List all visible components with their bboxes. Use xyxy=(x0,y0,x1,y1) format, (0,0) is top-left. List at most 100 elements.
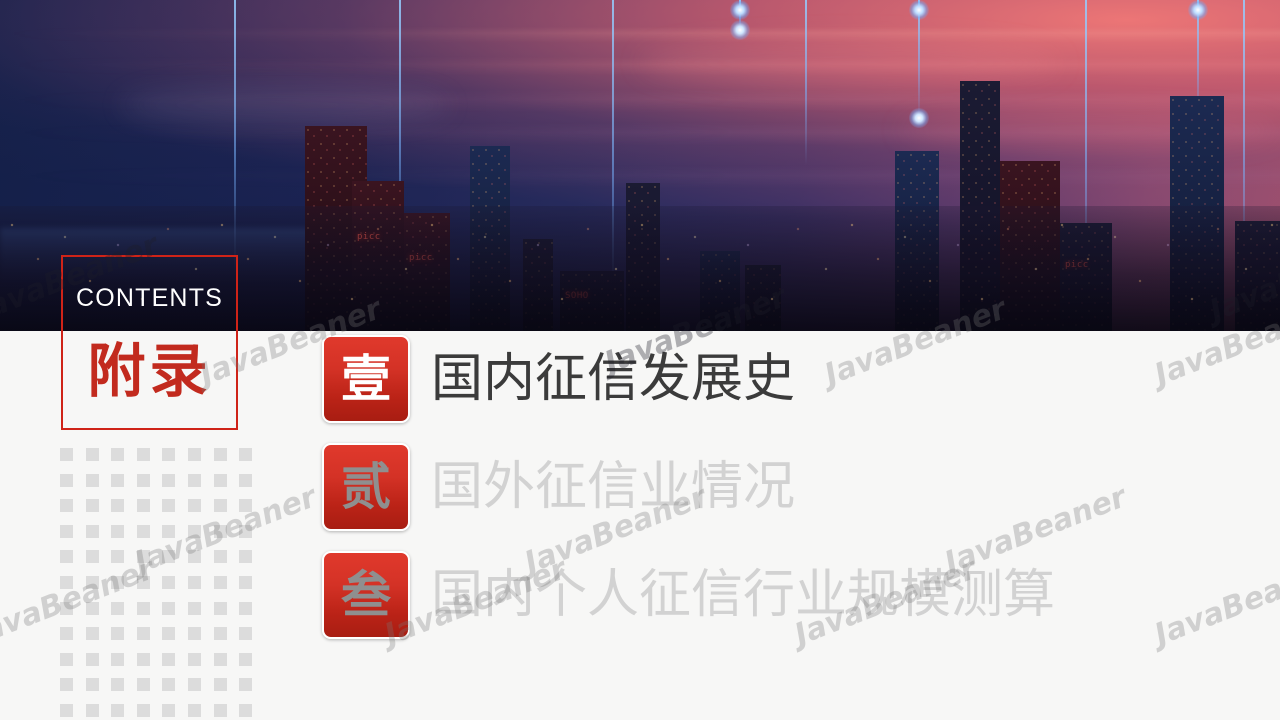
grid-square xyxy=(188,524,201,538)
grid-square xyxy=(85,678,99,692)
grid-square xyxy=(85,704,99,717)
grid-square xyxy=(111,576,125,589)
grid-square xyxy=(213,499,227,513)
grid-square xyxy=(213,627,227,641)
grid-square xyxy=(162,524,176,538)
agenda-item[interactable]: 贰 国外征信业情况 xyxy=(322,443,795,531)
agenda-item[interactable]: 叁 国内个人征信行业规模测算 xyxy=(322,551,1055,639)
grid-square xyxy=(188,627,201,641)
grid-square xyxy=(239,576,253,589)
grid-square xyxy=(188,601,201,615)
agenda-number-badge[interactable]: 壹 xyxy=(322,335,410,423)
grid-square xyxy=(60,678,73,692)
grid-square xyxy=(239,652,253,666)
grid-square xyxy=(162,678,176,692)
grid-square xyxy=(111,627,125,641)
agenda-number-badge[interactable]: 贰 xyxy=(322,443,410,531)
grid-square xyxy=(136,499,150,513)
grid-square xyxy=(213,448,227,461)
grid-square xyxy=(239,704,253,717)
presentation-slide: piccpiccSOHOpicc CONTENTS 附录 壹 国内征信发展史 贰… xyxy=(0,0,1280,720)
grid-square xyxy=(111,678,125,692)
grid-square xyxy=(188,576,201,589)
grid-square xyxy=(85,473,99,487)
grid-square xyxy=(213,550,227,564)
grid-square xyxy=(60,473,73,487)
grid-square xyxy=(136,473,150,487)
grid-square xyxy=(239,550,253,564)
agenda-item-label[interactable]: 国外征信业情况 xyxy=(431,461,795,513)
grid-square xyxy=(136,524,150,538)
grid-square xyxy=(213,678,227,692)
grid-square xyxy=(60,576,73,589)
grid-square xyxy=(213,524,227,538)
grid-square xyxy=(213,652,227,666)
watermark-text: JavaBeaner xyxy=(1150,551,1280,653)
agenda-item-label[interactable]: 国内征信发展史 xyxy=(431,353,795,405)
grid-square xyxy=(111,652,125,666)
grid-square xyxy=(162,576,176,589)
grid-square xyxy=(188,652,201,666)
grid-square xyxy=(111,499,125,513)
grid-square xyxy=(60,448,73,461)
grid-square xyxy=(85,448,99,461)
agenda-item[interactable]: 壹 国内征信发展史 xyxy=(322,335,795,423)
grid-square xyxy=(188,448,201,461)
grid-square xyxy=(188,499,201,513)
grid-square xyxy=(136,652,150,666)
grid-square xyxy=(188,550,201,564)
agenda-number-badge[interactable]: 叁 xyxy=(322,551,410,639)
grid-square xyxy=(60,550,73,564)
grid-square xyxy=(213,601,227,615)
grid-square xyxy=(60,601,73,615)
grid-square xyxy=(111,601,125,615)
grid-square xyxy=(188,704,201,717)
grid-square xyxy=(111,448,125,461)
grid-square xyxy=(239,601,253,615)
contents-label: CONTENTS xyxy=(75,284,224,312)
grid-square xyxy=(162,704,176,717)
grid-square xyxy=(162,499,176,513)
grid-square xyxy=(136,627,150,641)
grid-square xyxy=(162,473,176,487)
grid-square xyxy=(85,601,99,615)
grid-square xyxy=(111,550,125,564)
dot-grid-decoration xyxy=(60,448,253,720)
grid-square xyxy=(136,601,150,615)
grid-square xyxy=(162,652,176,666)
grid-square xyxy=(85,576,99,589)
grid-square xyxy=(239,627,253,641)
grid-square xyxy=(188,473,201,487)
grid-square xyxy=(136,678,150,692)
grid-square xyxy=(239,524,253,538)
grid-square xyxy=(162,601,176,615)
grid-square xyxy=(213,704,227,717)
grid-square xyxy=(136,576,150,589)
grid-square xyxy=(188,678,201,692)
grid-square xyxy=(239,678,253,692)
grid-square xyxy=(162,627,176,641)
page-title: 附录 xyxy=(87,339,212,404)
grid-square xyxy=(60,704,73,717)
grid-square xyxy=(85,499,99,513)
grid-square xyxy=(136,448,150,461)
grid-square xyxy=(85,524,99,538)
grid-square xyxy=(239,499,253,513)
grid-square xyxy=(239,448,253,461)
grid-square xyxy=(162,448,176,461)
grid-square xyxy=(60,499,73,513)
grid-square xyxy=(111,704,125,717)
grid-square xyxy=(136,550,150,564)
agenda-item-label[interactable]: 国内个人征信行业规模测算 xyxy=(431,569,1055,621)
grid-square xyxy=(162,550,176,564)
grid-square xyxy=(85,652,99,666)
grid-square xyxy=(213,473,227,487)
grid-square xyxy=(60,627,73,641)
grid-square xyxy=(136,704,150,717)
grid-square xyxy=(60,524,73,538)
grid-square xyxy=(60,652,73,666)
grid-square xyxy=(85,550,99,564)
grid-square xyxy=(213,576,227,589)
grid-square xyxy=(85,627,99,641)
grid-square xyxy=(111,473,125,487)
